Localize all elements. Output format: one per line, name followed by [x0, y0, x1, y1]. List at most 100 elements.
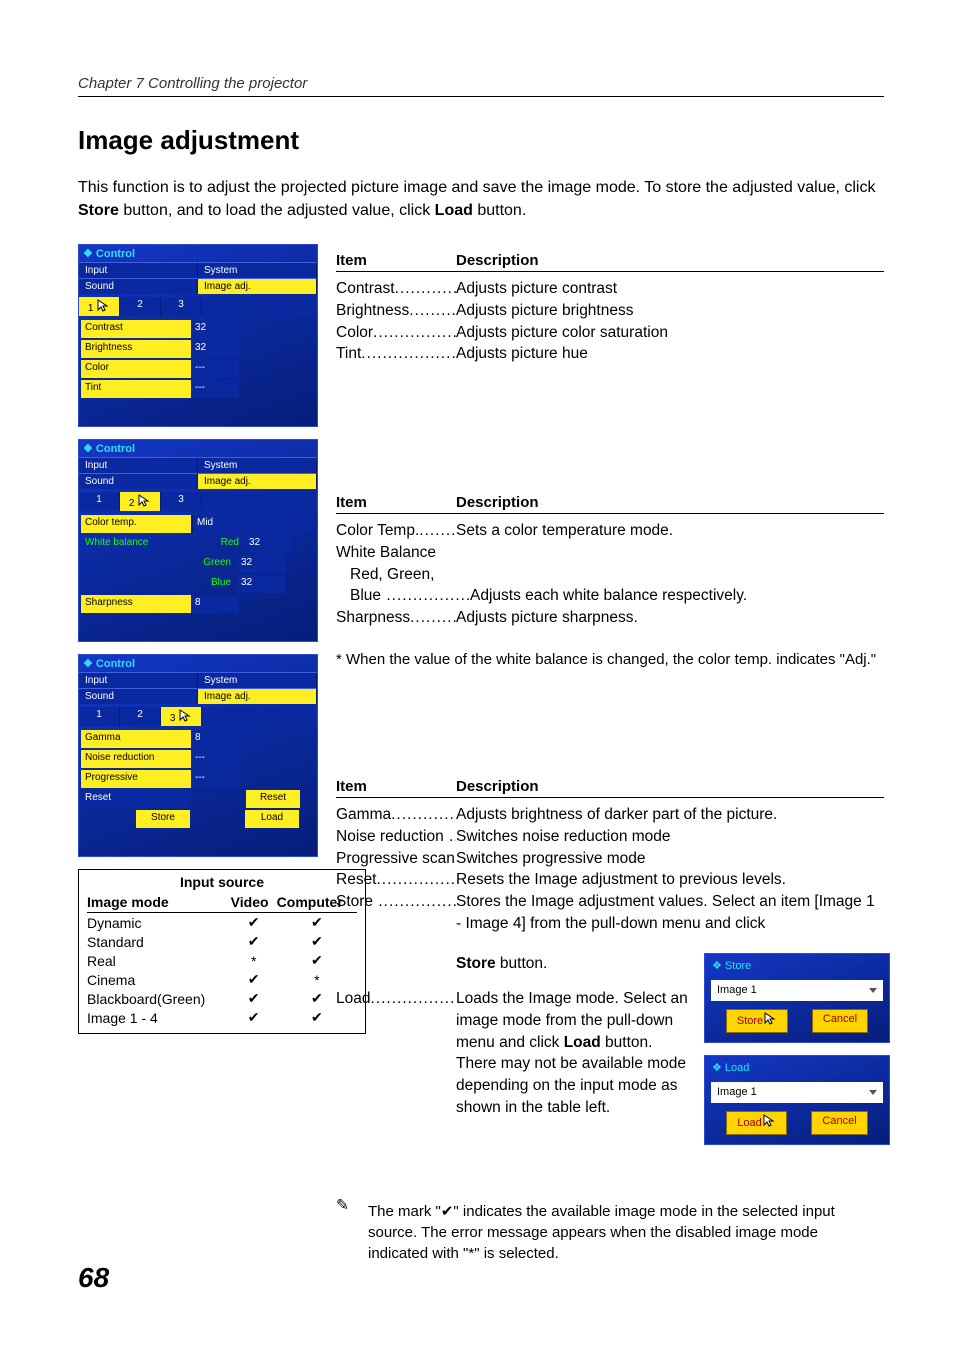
load-cancel-button[interactable]: Cancel — [811, 1111, 867, 1134]
label-blue: Blue — [191, 575, 237, 593]
cursor-icon — [763, 1012, 777, 1026]
desc-row: Noise reduction ......Switches noise red… — [336, 826, 884, 848]
store-confirm-button[interactable]: Store — [726, 1009, 788, 1032]
desc-row: Red, Green, — [336, 564, 884, 586]
label-red: Red — [199, 535, 245, 553]
section-header: ItemDescription — [336, 494, 884, 514]
col-image-mode: Image mode — [87, 892, 231, 913]
subtab-1[interactable]: 1 — [79, 492, 120, 511]
tab-input[interactable]: Input — [79, 457, 198, 473]
label-white-balance: White balance — [81, 535, 199, 553]
subtab-3[interactable]: 3 — [161, 492, 202, 511]
store-dropdown[interactable]: Image 1 — [711, 980, 883, 1001]
value-green[interactable]: 32 — [237, 555, 285, 573]
cursor-icon — [762, 1114, 776, 1128]
subtab-2[interactable]: 2 — [120, 707, 161, 726]
table-row: Dynamic✔✔ — [87, 913, 357, 933]
desc-row: Contrast...................Adjusts pictu… — [336, 278, 884, 300]
subtab-3[interactable]: 3 — [161, 707, 202, 726]
desc-row: Color Temp...............Sets a color te… — [336, 520, 884, 542]
value-brightness[interactable]: 32 — [191, 340, 239, 358]
value-tint[interactable]: --- — [191, 380, 239, 398]
section-header: ItemDescription — [336, 778, 884, 798]
label-brightness[interactable]: Brightness — [81, 340, 191, 358]
section-header: ItemDescription — [336, 252, 884, 272]
subtab-1[interactable]: 1 — [79, 297, 120, 316]
load-confirm-button[interactable]: Load — [726, 1111, 786, 1134]
load-dialog: ❖ Load Image 1 Load Cancel — [704, 1055, 890, 1145]
desc-row: Progressive scan ........Switches progre… — [336, 848, 884, 870]
chapter-header: Chapter 7 Controlling the projector — [78, 75, 884, 97]
desc-row: Sharpness.................Adjusts pictur… — [336, 607, 884, 629]
label-color[interactable]: Color — [81, 360, 191, 378]
tab-system[interactable]: System — [198, 457, 317, 473]
subtab-2[interactable]: 2 — [120, 297, 161, 316]
tab-system[interactable]: System — [198, 262, 317, 278]
control-icon: ❖ — [83, 658, 96, 670]
value-noise-red[interactable]: --- — [191, 750, 239, 768]
label-contrast[interactable]: Contrast — [81, 320, 191, 338]
tab-sound[interactable]: Sound — [79, 278, 198, 294]
store-dialog: ❖ Store Image 1 Store Cancel — [704, 953, 890, 1043]
store-button[interactable]: Store — [136, 810, 190, 828]
label-progressive[interactable]: Progressive — [81, 770, 191, 788]
table-row: Image 1 - 4✔✔ — [87, 1008, 357, 1027]
control-panel-3: ❖ Control Input System Sound Image adj. … — [78, 654, 318, 857]
label-gamma[interactable]: Gamma — [81, 730, 191, 748]
input-source-table: Input source Image modeVideoComputer Dyn… — [78, 869, 366, 1034]
table-row: Blackboard(Green)✔✔ — [87, 989, 357, 1008]
label-colortemp[interactable]: Color temp. — [81, 515, 191, 533]
label-tint[interactable]: Tint — [81, 380, 191, 398]
value-color[interactable]: --- — [191, 360, 239, 378]
cursor-icon — [137, 494, 151, 508]
pencil-icon: ✎ — [336, 1195, 350, 1217]
store-cancel-button[interactable]: Cancel — [812, 1009, 868, 1032]
tab-input[interactable]: Input — [79, 262, 198, 278]
page-title: Image adjustment — [78, 125, 884, 156]
value-sharpness[interactable]: 8 — [191, 595, 239, 613]
tab-image-adj[interactable]: Image adj. — [198, 278, 317, 294]
desc-row: Tint..............................Adjust… — [336, 343, 884, 365]
subtab-1[interactable]: 1 — [79, 707, 120, 726]
table-row: Cinema✔* — [87, 970, 357, 989]
desc-row: Reset............................Resets … — [336, 869, 884, 891]
value-colortemp[interactable]: Mid — [191, 515, 315, 533]
value-contrast[interactable]: 32 — [191, 320, 239, 338]
store-icon: ❖ — [712, 960, 725, 972]
desc-row: Brightness................Adjusts pictur… — [336, 300, 884, 322]
subtab-2[interactable]: 2 — [120, 492, 161, 511]
value-red[interactable]: 32 — [245, 535, 293, 553]
value-gamma[interactable]: 8 — [191, 730, 239, 748]
table-row: Real*✔ — [87, 951, 357, 970]
cursor-icon — [178, 709, 192, 723]
footnote-wb: * When the value of the white balance is… — [336, 649, 884, 670]
label-sharpness[interactable]: Sharpness — [81, 595, 191, 613]
cursor-icon — [96, 299, 110, 313]
control-icon: ❖ — [83, 443, 96, 455]
tab-image-adj[interactable]: Image adj. — [198, 688, 317, 704]
tab-sound[interactable]: Sound — [79, 473, 198, 489]
col-video: Video — [231, 892, 277, 913]
label-noise-red[interactable]: Noise reduction — [81, 750, 191, 768]
control-panel-1: ❖ Control Input System Sound Image adj. … — [78, 244, 318, 427]
desc-row: Store ............................Stores… — [336, 891, 884, 934]
load-icon: ❖ — [712, 1062, 725, 1074]
control-panel-2: ❖ Control Input System Sound Image adj. … — [78, 439, 318, 642]
desc-row: Color..........................Adjusts p… — [336, 322, 884, 344]
label-reset: Reset — [81, 790, 191, 808]
load-button[interactable]: Load — [245, 810, 299, 828]
tab-input[interactable]: Input — [79, 672, 198, 688]
load-dropdown[interactable]: Image 1 — [711, 1082, 883, 1103]
reset-button[interactable]: Reset — [246, 790, 300, 808]
tab-image-adj[interactable]: Image adj. — [198, 473, 317, 489]
chevron-down-icon — [869, 988, 877, 993]
intro-paragraph: This function is to adjust the projected… — [78, 176, 878, 222]
value-progressive[interactable]: --- — [191, 770, 239, 788]
desc-cont: Store button. — [456, 953, 690, 975]
subtab-3[interactable]: 3 — [161, 297, 202, 316]
value-blue[interactable]: 32 — [237, 575, 285, 593]
tab-sound[interactable]: Sound — [79, 688, 198, 704]
desc-row: Gamma........................Adjusts bri… — [336, 804, 884, 826]
table-title: Input source — [87, 874, 357, 892]
tab-system[interactable]: System — [198, 672, 317, 688]
